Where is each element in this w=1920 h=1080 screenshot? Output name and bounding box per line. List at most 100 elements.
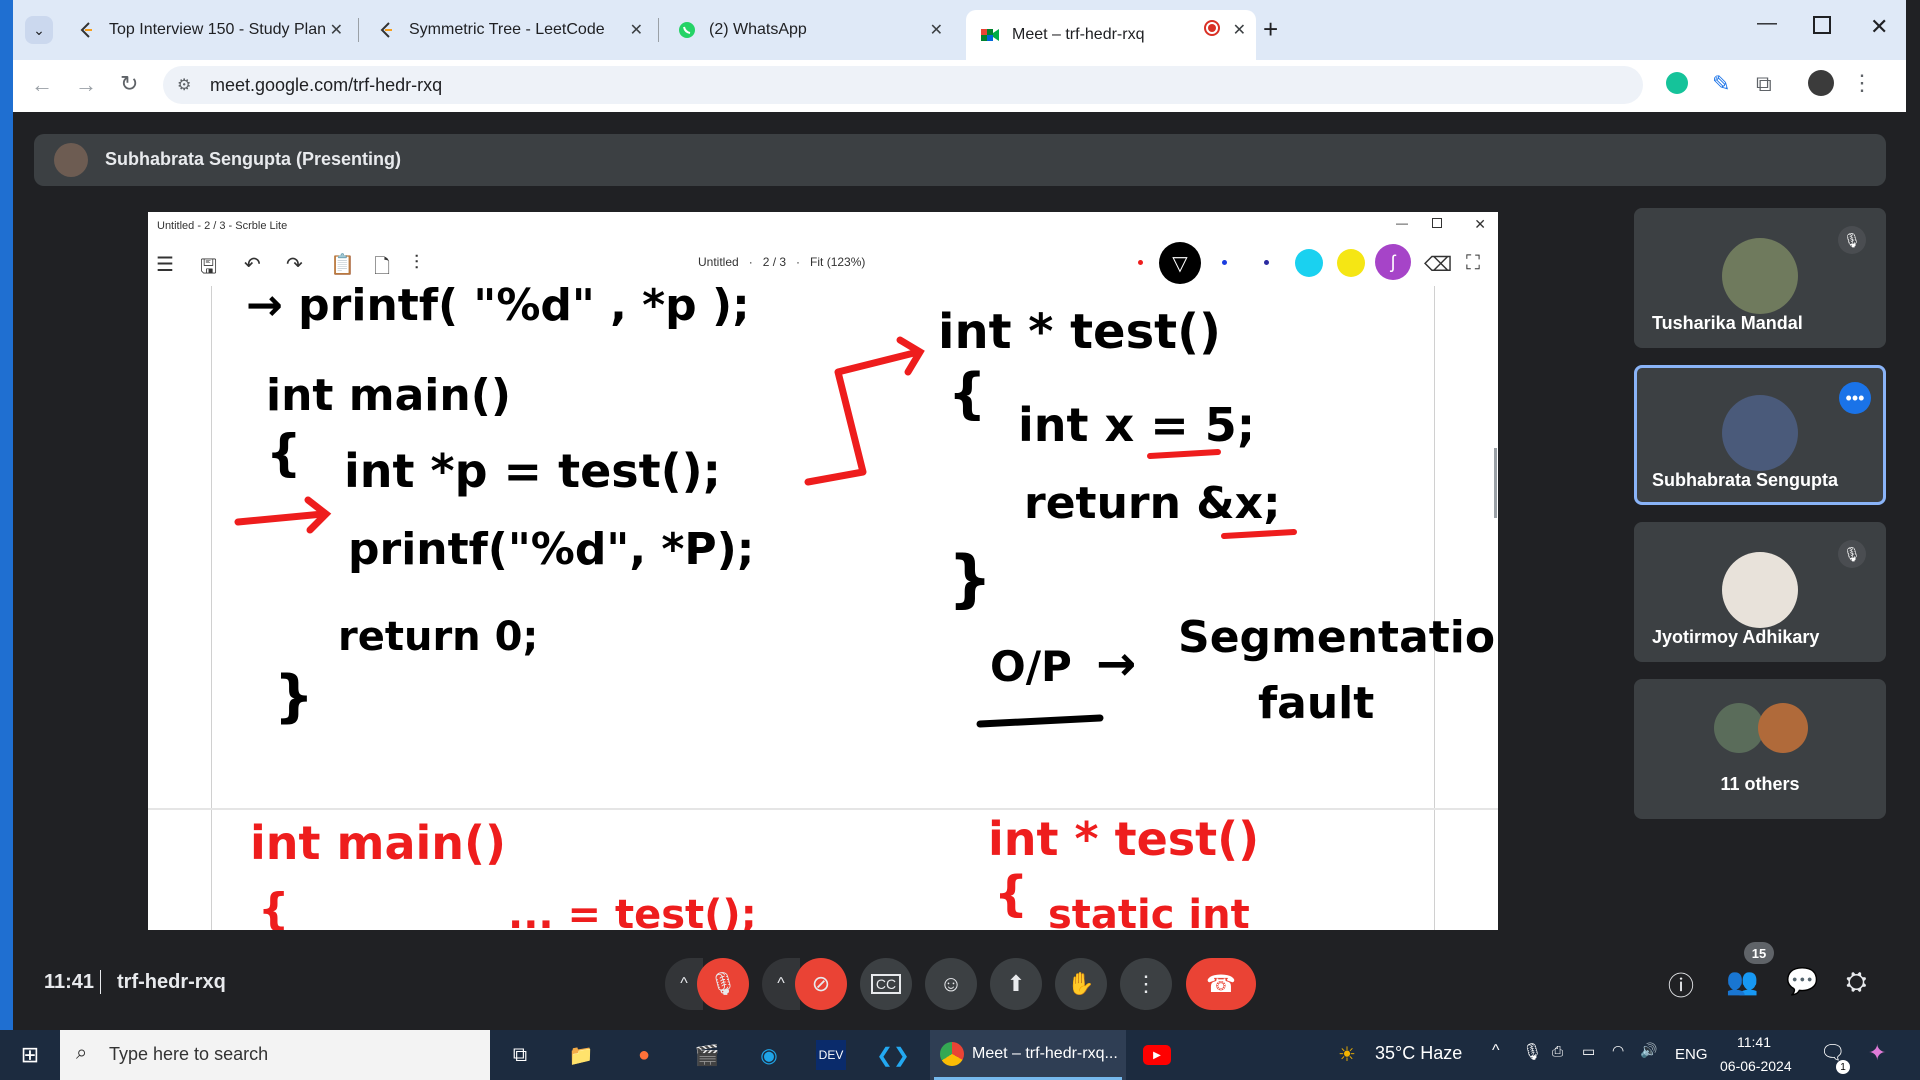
mic-off-icon: 🎙︎ [1838, 226, 1866, 254]
extensions-puzzle-icon[interactable]: ⧉ [1756, 71, 1772, 97]
leetcode-icon [377, 20, 397, 40]
present-screen-button[interactable]: ⬆ [990, 958, 1042, 1010]
weather-icon: ☀ [1338, 1044, 1356, 1066]
dev-cpp-icon[interactable]: DEV [816, 1040, 846, 1070]
edge-icon[interactable]: ◉ [754, 1040, 784, 1070]
mic-off-icon: 🎙︎ [1838, 540, 1866, 568]
participant-tile[interactable]: 🎙︎ Jyotirmoy Adhikary [1634, 522, 1886, 662]
forward-icon[interactable]: → [75, 72, 97, 98]
people-icon[interactable]: 👥 [1726, 966, 1758, 997]
captions-button[interactable]: CC [860, 958, 912, 1010]
wifi-icon[interactable]: ◠ [1612, 1042, 1624, 1059]
participant-avatar [1722, 395, 1798, 471]
media-player-icon[interactable]: 🎬 [692, 1040, 722, 1070]
participant-tile-active-speaker[interactable]: ••• Subhabrata Sengupta [1634, 365, 1886, 505]
close-icon[interactable]: ✕ [330, 20, 343, 40]
meeting-code: trf-hedr-rxq [117, 971, 226, 993]
leave-call-button[interactable]: ☎ [1186, 958, 1256, 1010]
ink-red-brace: { [258, 884, 290, 930]
participant-name: Tusharika Mandal [1652, 313, 1803, 333]
tab-title: Top Interview 150 - Study Plan [109, 21, 327, 38]
participant-avatar [1714, 703, 1764, 753]
pen-extension-icon[interactable]: ✎ [1712, 71, 1730, 97]
url-text: meet.google.com/trf-hedr-rxq [210, 75, 443, 95]
camera-off-button[interactable]: ⊘ [795, 958, 847, 1010]
close-icon[interactable]: ✕ [1233, 20, 1246, 40]
presenter-avatar [54, 143, 88, 177]
others-label: 11 others [1720, 774, 1800, 794]
windows-start-icon[interactable]: ⊞ [15, 1040, 45, 1070]
participant-avatar [1758, 703, 1808, 753]
browser-tab-strip: ⌄ Top Interview 150 - Study Plan ✕ Symme… [13, 0, 1906, 60]
grammarly-extension-icon[interactable] [1666, 72, 1688, 94]
emoji-reactions-button[interactable]: ☺ [925, 958, 977, 1010]
file-explorer-icon[interactable]: 📁 [566, 1040, 596, 1070]
participant-count-badge: 15 [1744, 942, 1774, 964]
vscode-icon[interactable]: ❮❯ [876, 1040, 910, 1070]
participant-name: Subhabrata Sengupta [1652, 470, 1839, 490]
participant-avatar [1722, 238, 1798, 314]
youtube-icon[interactable]: ▶ [1142, 1040, 1172, 1070]
tab-search-chevron-icon[interactable]: ⌄ [25, 16, 53, 44]
weather-text[interactable]: 35°C Haze [1375, 1043, 1462, 1064]
ink-red-main: int main() [250, 816, 507, 870]
desktop-background [0, 0, 13, 1030]
battery-icon[interactable]: ▭ [1582, 1043, 1595, 1060]
taskbar-search[interactable]: ⌕ Type here to search [60, 1030, 490, 1080]
tab-title: Meet – trf-hedr-rxq [1012, 26, 1145, 43]
close-icon[interactable]: ✕ [930, 20, 943, 40]
participant-avatar [1722, 552, 1798, 628]
shared-screen: Untitled - 2 / 3 - Scrble Lite — ✕ ☰ 🖫 ↶… [148, 212, 1498, 930]
leetcode-icon [77, 20, 97, 40]
address-bar[interactable]: ⚙ meet.google.com/trf-hedr-rxq [163, 66, 1643, 104]
participant-tile[interactable]: 🎙︎ Tusharika Mandal [1634, 208, 1886, 348]
more-options-icon[interactable]: ••• [1839, 382, 1871, 414]
tab-google-meet[interactable]: Meet – trf-hedr-rxq ✕ [966, 10, 1256, 60]
raise-hand-button[interactable]: ✋ [1055, 958, 1107, 1010]
search-icon: ⌕ [76, 1042, 88, 1064]
window-close-icon[interactable]: ✕ [1870, 14, 1888, 40]
reload-icon[interactable]: ↻ [120, 71, 138, 97]
tab-symmetric-tree[interactable]: Symmetric Tree - LeetCode ✕ [363, 10, 653, 50]
tab-whatsapp[interactable]: (2) WhatsApp ✕ [663, 10, 953, 50]
profile-avatar[interactable] [1808, 70, 1834, 96]
tab-title: (2) WhatsApp [709, 21, 807, 38]
tab-separator [658, 18, 659, 42]
site-info-icon[interactable]: ⚙ [177, 75, 191, 95]
taskbar-chrome-label: Meet – trf-hedr-rxq... [972, 1045, 1118, 1062]
search-placeholder: Type here to search [109, 1044, 269, 1064]
whatsapp-icon [677, 20, 697, 40]
ink-red-static: static int [1048, 892, 1250, 930]
clock-time[interactable]: 11:41 [1737, 1034, 1771, 1050]
back-icon[interactable]: ← [31, 72, 53, 98]
clock-date[interactable]: 06-06-2024 [1720, 1058, 1792, 1074]
participant-tile-others[interactable]: 11 others [1634, 679, 1886, 819]
tray-mic-icon: 🎙 [1522, 1044, 1543, 1061]
tray-chevron-icon[interactable]: ^ [1492, 1042, 1500, 1060]
presenter-label: Subhabrata Sengupta (Presenting) [105, 149, 402, 169]
tray-camera-icon: ⎙ [1552, 1043, 1564, 1059]
tab-top-interview[interactable]: Top Interview 150 - Study Plan ✕ [63, 10, 353, 50]
maximize-icon[interactable] [1813, 16, 1831, 34]
firefox-icon[interactable]: ● [629, 1040, 659, 1070]
ink-red-line: ... = test(); [508, 892, 757, 930]
more-options-button[interactable]: ⋮ [1120, 958, 1172, 1010]
copilot-icon[interactable]: ✦ [1868, 1040, 1886, 1066]
input-language[interactable]: ENG [1675, 1046, 1708, 1063]
participant-name: Jyotirmoy Adhikary [1652, 627, 1820, 647]
mic-off-button[interactable]: 🎙︎ [697, 958, 749, 1010]
activities-icon[interactable]: ⛭ [1846, 966, 1867, 998]
taskbar-chrome-meet[interactable]: Meet – trf-hedr-rxq... [930, 1030, 1126, 1080]
ink-red-test-brace: { [994, 866, 1029, 922]
divider [100, 970, 101, 994]
new-tab-icon[interactable]: + [1263, 14, 1278, 45]
more-menu-icon[interactable]: ⋮ [1851, 70, 1873, 96]
close-icon[interactable]: ✕ [630, 20, 643, 40]
task-view-icon[interactable]: ⧉ [505, 1040, 535, 1070]
chat-icon[interactable]: 💬 [1786, 966, 1818, 997]
meeting-clock: 11:41 [44, 971, 95, 993]
volume-icon[interactable]: 🔊 [1640, 1042, 1657, 1059]
minimize-icon[interactable]: — [1757, 12, 1777, 35]
meeting-details-icon[interactable]: ⓘ [1668, 966, 1694, 1003]
recording-icon [1204, 20, 1220, 36]
